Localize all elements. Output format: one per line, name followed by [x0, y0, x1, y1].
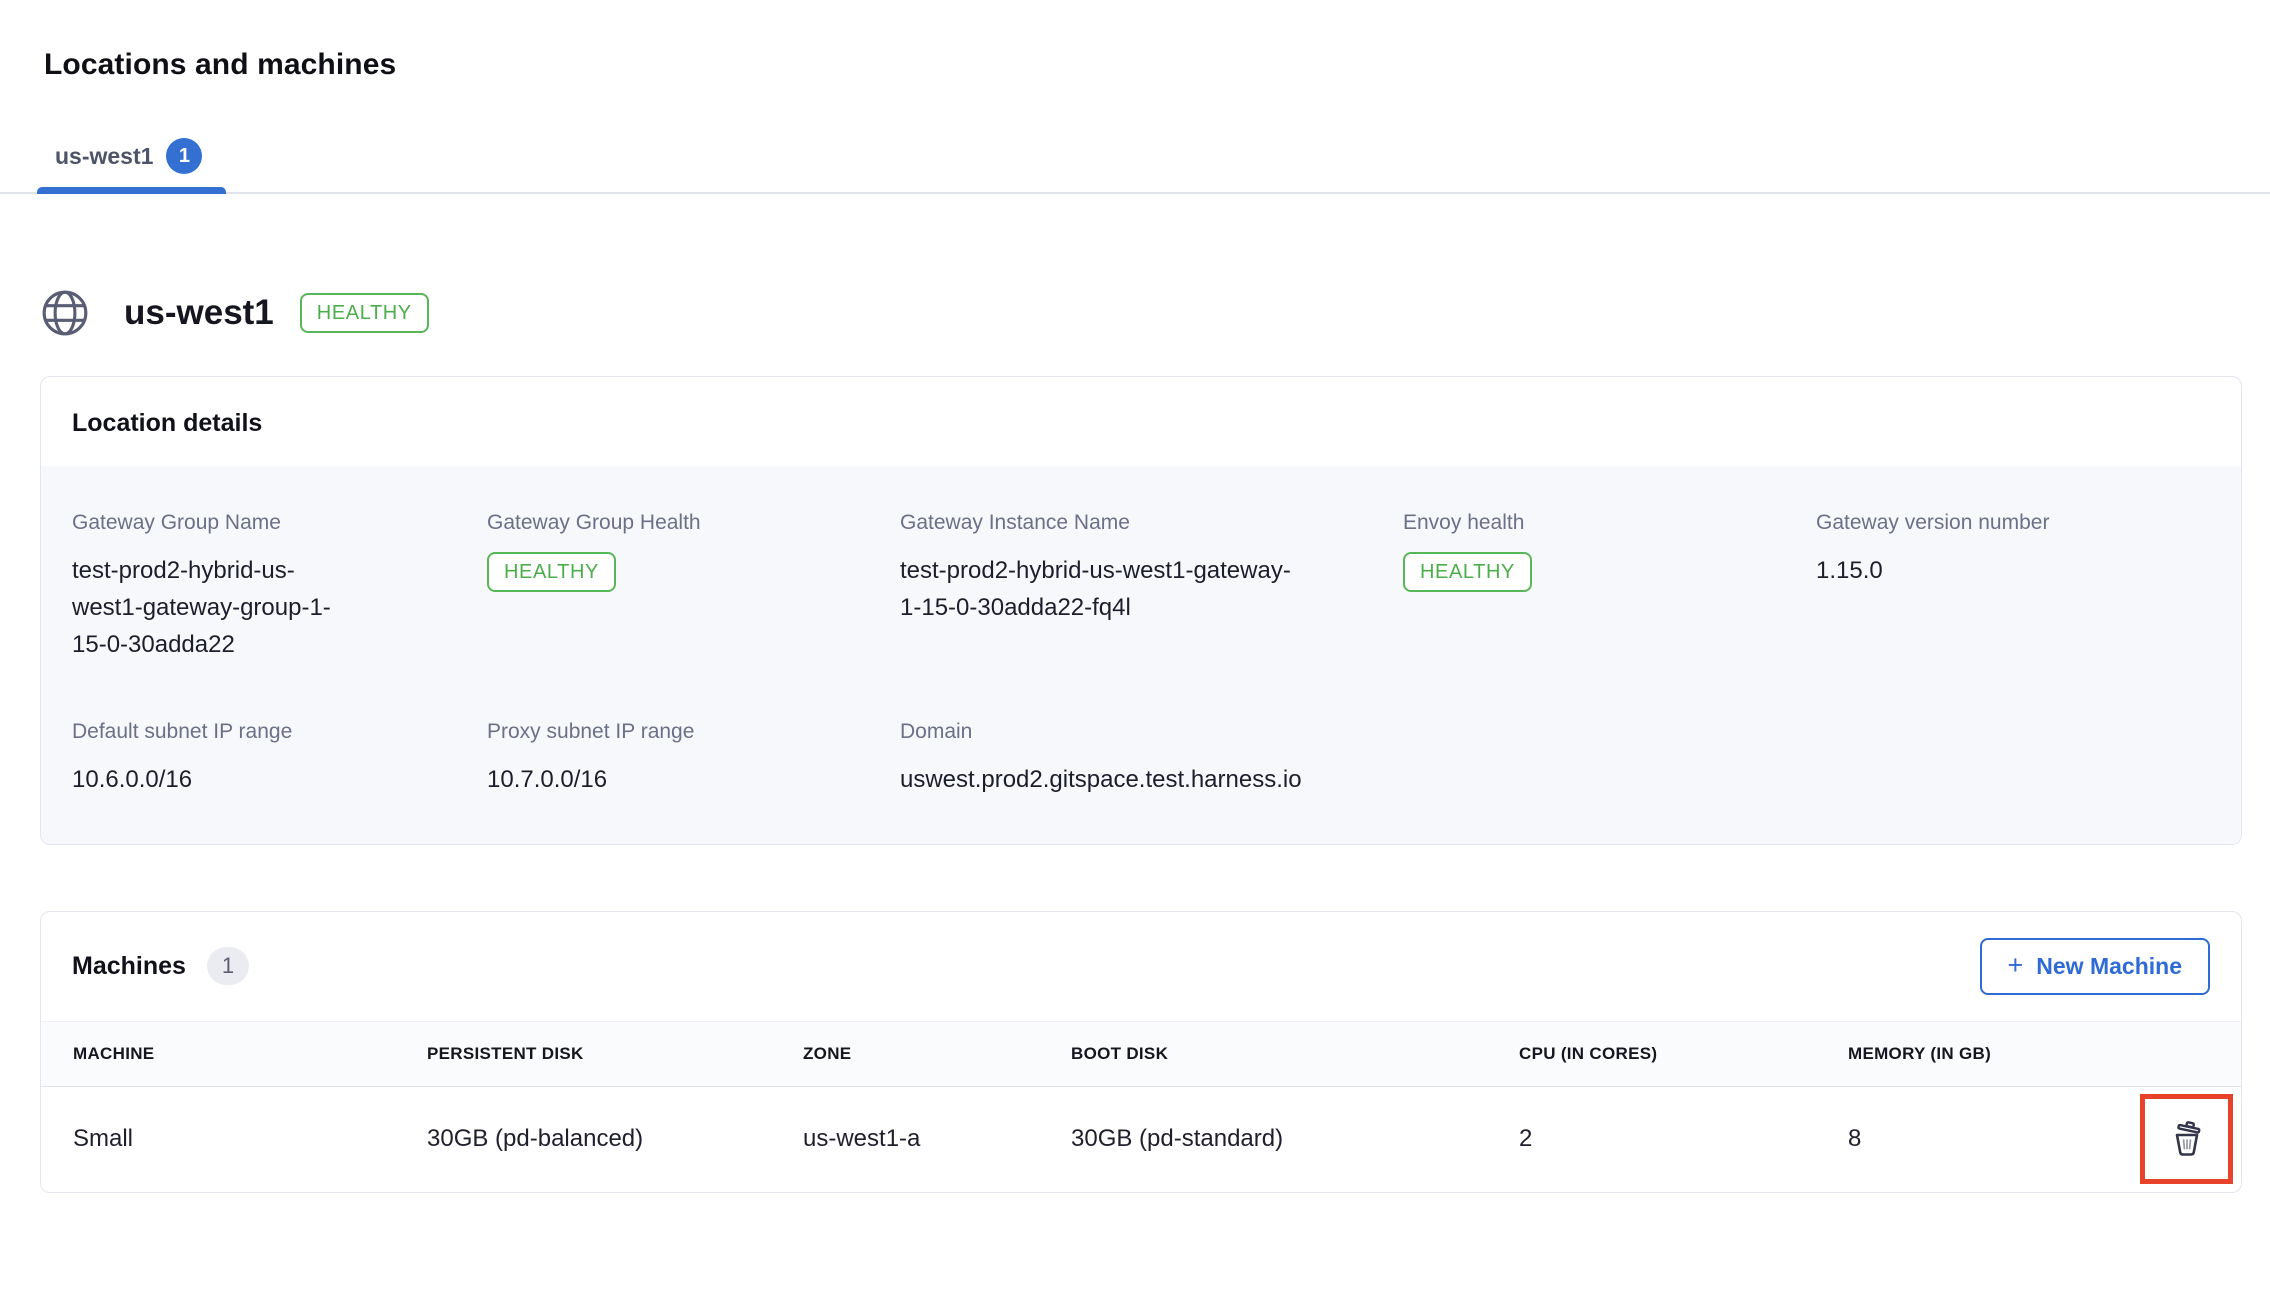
machines-header: Machines 1 + New Machine [41, 912, 2241, 1021]
col-cpu: CPU (IN CORES) [1519, 1044, 1848, 1064]
trash-icon [2165, 1117, 2209, 1161]
annotation-highlight-box [2140, 1094, 2233, 1184]
machines-card: Machines 1 + New Machine MACHINE PERSIST… [40, 911, 2242, 1193]
machines-count-badge: 1 [207, 947, 249, 985]
location-details-title: Location details [72, 409, 2210, 438]
field-label: Default subnet IP range [72, 720, 487, 744]
location-details-card: Location details Gateway Group Name test… [40, 376, 2242, 845]
field-gateway-version: Gateway version number 1.15.0 [1816, 511, 2210, 664]
field-domain: Domain uswest.prod2.gitspace.test.harnes… [900, 720, 2210, 798]
field-value: 10.6.0.0/16 [72, 761, 487, 798]
cell-memory: 8 [1848, 1125, 2083, 1153]
plus-icon: + [2008, 952, 2024, 979]
field-value: uswest.prod2.gitspace.test.harness.io [900, 761, 2210, 798]
field-label: Envoy health [1403, 511, 1816, 535]
gateway-group-health-badge: HEALTHY [487, 552, 616, 592]
field-value: 10.7.0.0/16 [487, 761, 900, 798]
tab-us-west1[interactable]: us-west1 1 [37, 138, 226, 192]
tab-count-badge: 1 [166, 138, 202, 174]
field-default-subnet: Default subnet IP range 10.6.0.0/16 [72, 720, 487, 798]
field-envoy-health: Envoy health HEALTHY [1403, 511, 1816, 664]
cell-cpu: 2 [1519, 1125, 1848, 1153]
cell-persistent-disk: 30GB (pd-balanced) [427, 1125, 803, 1153]
location-details-fields: Gateway Group Name test-prod2-hybrid-us-… [41, 466, 2241, 844]
field-label: Proxy subnet IP range [487, 720, 900, 744]
col-persistent-disk: PERSISTENT DISK [427, 1044, 803, 1064]
cell-boot-disk: 30GB (pd-standard) [1071, 1125, 1519, 1153]
page-title: Locations and machines [0, 0, 2270, 82]
cell-machine: Small [73, 1125, 427, 1153]
cell-actions [2083, 1094, 2233, 1184]
location-header: us-west1 HEALTHY [0, 288, 2270, 338]
machines-title: Machines [72, 952, 186, 981]
field-value: test-prod2-hybrid-us-west1-gateway-group… [72, 552, 362, 664]
globe-icon [40, 288, 90, 338]
delete-machine-button[interactable] [2157, 1109, 2217, 1169]
col-boot-disk: BOOT DISK [1071, 1044, 1519, 1064]
field-gateway-group-health: Gateway Group Health HEALTHY [487, 511, 900, 664]
new-machine-button[interactable]: + New Machine [1980, 938, 2211, 995]
new-machine-label: New Machine [2036, 953, 2182, 980]
col-memory: MEMORY (IN GB) [1848, 1044, 2083, 1064]
field-proxy-subnet: Proxy subnet IP range 10.7.0.0/16 [487, 720, 900, 798]
field-label: Gateway Group Name [72, 511, 487, 535]
field-label: Gateway version number [1816, 511, 2210, 535]
location-details-header: Location details [41, 377, 2241, 466]
location-name: us-west1 [124, 293, 274, 333]
field-label: Gateway Instance Name [900, 511, 1403, 535]
machines-table: MACHINE PERSISTENT DISK ZONE BOOT DISK C… [41, 1021, 2241, 1192]
field-label: Gateway Group Health [487, 511, 900, 535]
field-value: test-prod2-hybrid-us-west1-gateway-1-15-… [900, 552, 1300, 626]
field-gateway-group-name: Gateway Group Name test-prod2-hybrid-us-… [72, 511, 487, 664]
location-status-badge: HEALTHY [300, 293, 429, 333]
field-gateway-instance-name: Gateway Instance Name test-prod2-hybrid-… [900, 511, 1403, 664]
col-zone: ZONE [803, 1044, 1071, 1064]
table-row: Small 30GB (pd-balanced) us-west1-a 30GB… [41, 1087, 2241, 1192]
tab-label: us-west1 [55, 143, 153, 170]
cell-zone: us-west1-a [803, 1125, 1071, 1153]
tabs-bar: us-west1 1 [0, 138, 2270, 194]
field-label: Domain [900, 720, 2210, 744]
envoy-health-badge: HEALTHY [1403, 552, 1532, 592]
col-machine: MACHINE [73, 1044, 427, 1064]
field-value: 1.15.0 [1816, 552, 2210, 589]
table-header-row: MACHINE PERSISTENT DISK ZONE BOOT DISK C… [41, 1021, 2241, 1087]
